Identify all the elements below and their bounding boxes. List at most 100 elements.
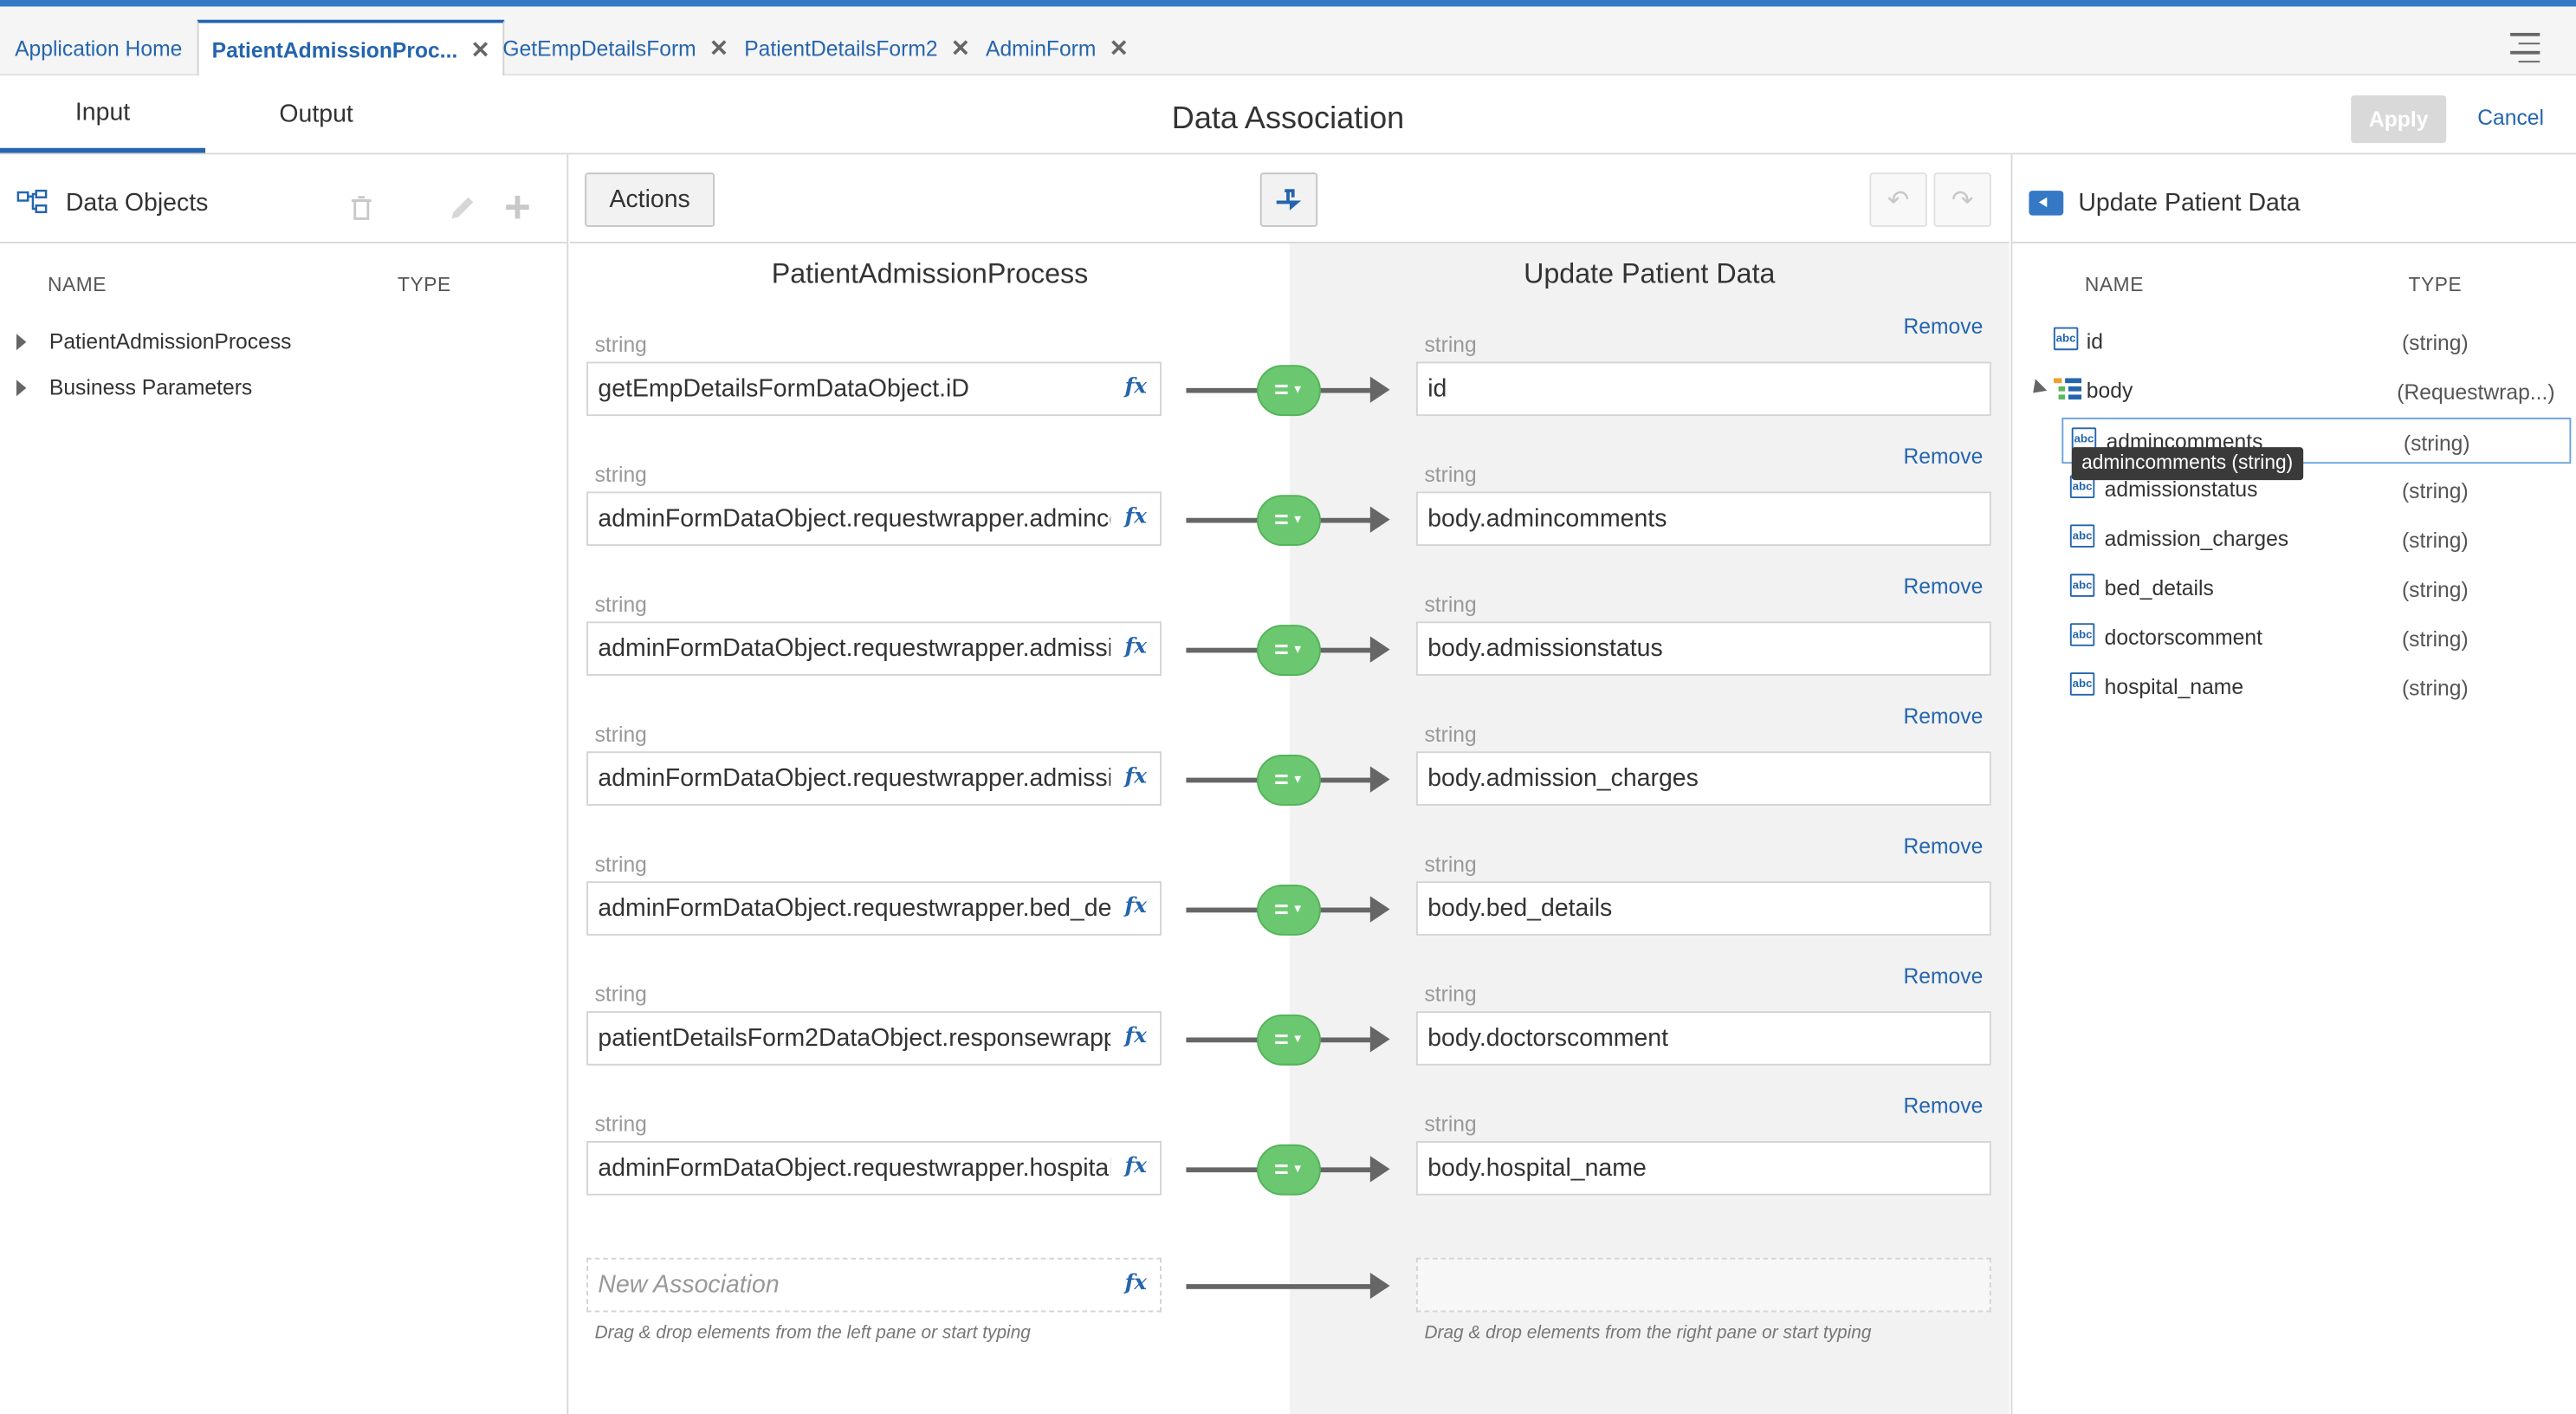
function-icon[interactable]: fx <box>1125 764 1147 788</box>
function-icon[interactable]: fx <box>1125 375 1147 399</box>
tree-item-doctorscomment[interactable]: abc doctorscomment (string) <box>2012 615 2576 661</box>
source-expression-input[interactable]: adminFormDataObject.requestwrapper.admis… <box>586 621 1162 676</box>
association-row: string string Remove patientDetailsForm2Dat… <box>570 963 2010 1112</box>
tree-item-type: (string) <box>2403 431 2470 456</box>
remove-button[interactable]: Remove <box>1903 704 1983 728</box>
collapse-arrow-icon[interactable] <box>2027 379 2048 399</box>
apply-button[interactable]: Apply <box>2351 95 2447 144</box>
close-icon[interactable]: ✕ <box>709 34 728 62</box>
column-header-type: TYPE <box>398 273 451 296</box>
function-icon[interactable]: fx <box>1125 635 1147 659</box>
tree-item-admission-charges[interactable]: abc admission_charges (string) <box>2012 516 2576 562</box>
source-expression-input[interactable]: adminFormDataObject.requestwrapper.admis… <box>586 751 1162 806</box>
tree-item-label: body <box>2086 378 2133 403</box>
tree-item-patient-admission-process[interactable]: PatientAdmissionProcess <box>16 329 291 354</box>
new-association-target-input[interactable] <box>1415 1257 1991 1313</box>
source-expression-input[interactable]: adminFormDataObject.requestwrapper.hospi… <box>586 1141 1162 1196</box>
tab-label: AdminForm <box>986 35 1097 61</box>
tree-item-hospital-name[interactable]: abc hospital_name (string) <box>2012 665 2576 710</box>
data-objects-pane: Data Objects NAME TYPE PatientAdmissionP… <box>0 154 569 1414</box>
function-icon[interactable]: fx <box>1125 505 1147 529</box>
new-association-placeholder: New Association <box>598 1270 780 1300</box>
tab-application-home[interactable]: Application Home <box>15 20 182 76</box>
tree-item-type: (string) <box>2401 478 2469 503</box>
close-icon[interactable]: ✕ <box>951 34 970 62</box>
undo-icon: ↶ <box>1887 186 1910 215</box>
tree-item-business-parameters[interactable]: Business Parameters <box>16 375 252 399</box>
remove-button[interactable]: Remove <box>1903 574 1983 598</box>
source-expression-text: adminFormDataObject.requestwrapper.admis… <box>598 634 1110 663</box>
remove-button[interactable]: Remove <box>1903 833 1983 858</box>
column-header-name: NAME <box>48 273 107 296</box>
remove-button[interactable]: Remove <box>1903 444 1983 468</box>
edit-icon[interactable] <box>447 194 476 224</box>
trash-icon[interactable] <box>350 194 373 220</box>
source-type-label: string <box>594 592 647 617</box>
auto-map-button[interactable] <box>1259 172 1318 227</box>
operator-dropdown[interactable]: = ▼ <box>1256 365 1321 417</box>
operator-label: = <box>1274 1156 1289 1184</box>
redo-button[interactable]: ↷ <box>1933 172 1991 227</box>
new-association-source-input[interactable]: New Association fx <box>586 1257 1162 1313</box>
target-type-label: string <box>1424 981 1477 1007</box>
undo-button[interactable]: ↶ <box>1869 172 1927 227</box>
source-expression-input[interactable]: adminFormDataObject.requestwrapper.admin… <box>586 491 1162 547</box>
tab-label: GetEmpDetailsForm <box>502 35 696 61</box>
operator-dropdown[interactable]: = ▼ <box>1256 1144 1321 1196</box>
operator-dropdown[interactable]: = ▼ <box>1256 625 1321 676</box>
close-icon[interactable]: ✕ <box>1110 34 1129 62</box>
target-field-text: id <box>1427 374 1447 403</box>
source-expression-input[interactable]: getEmpDetailsFormDataObject.iD fx <box>586 361 1162 417</box>
chevron-down-icon: ▼ <box>1291 644 1304 657</box>
document-tab-bar: Application Home PatientAdmissionProc...… <box>0 6 2576 78</box>
mapping-canvas: Actions ↶ ↷ PatientAdmissionProcess Upda… <box>570 154 2010 1414</box>
function-icon[interactable]: fx <box>1125 1154 1147 1178</box>
remove-button[interactable]: Remove <box>1903 963 1983 988</box>
remove-button[interactable]: Remove <box>1903 1093 1983 1118</box>
target-field-input[interactable]: body.admincomments <box>1415 491 1991 547</box>
operator-label: = <box>1274 1026 1289 1054</box>
close-icon[interactable]: ✕ <box>470 36 489 64</box>
function-icon[interactable]: fx <box>1125 1271 1147 1295</box>
connector-arrow: = ▼ <box>1183 753 1397 806</box>
chevron-down-icon: ▼ <box>1291 514 1304 527</box>
target-field-input[interactable]: body.admissionstatus <box>1415 621 1991 676</box>
target-type-label: string <box>1424 1111 1477 1137</box>
function-icon[interactable]: fx <box>1125 894 1147 918</box>
function-icon[interactable]: fx <box>1125 1024 1147 1048</box>
operator-label: = <box>1274 636 1289 665</box>
target-field-input[interactable]: body.doctorscomment <box>1415 1011 1991 1066</box>
tree-item-type: (string) <box>2401 626 2469 652</box>
target-field-input[interactable]: id <box>1415 361 1991 417</box>
left-pane-hint: Drag & drop elements from the left pane … <box>594 1323 1031 1344</box>
target-field-input[interactable]: body.bed_details <box>1415 881 1991 936</box>
target-field-input[interactable]: body.hospital_name <box>1415 1141 1991 1196</box>
tree-item-bed-details[interactable]: abc bed_details (string) <box>2012 566 2576 612</box>
source-expression-input[interactable]: adminFormDataObject.requestwrapper.bed_d… <box>586 881 1162 936</box>
tree-item-body[interactable]: body (Requestwrap...) <box>2012 368 2576 414</box>
source-expression-input[interactable]: patientDetailsForm2DataObject.responsewr… <box>586 1011 1162 1066</box>
actions-button[interactable]: Actions <box>585 172 715 227</box>
tree-item-type: (string) <box>2401 675 2469 701</box>
add-icon[interactable] <box>504 194 530 220</box>
tab-patient-admission-process[interactable]: PatientAdmissionProc... ✕ <box>197 19 505 78</box>
remove-button[interactable]: Remove <box>1903 314 1983 338</box>
operator-dropdown[interactable]: = ▼ <box>1256 1014 1321 1066</box>
tab-admin-form[interactable]: AdminForm ✕ <box>986 20 1129 76</box>
operator-dropdown[interactable]: = ▼ <box>1256 495 1321 547</box>
target-field-input[interactable]: body.admission_charges <box>1415 751 1991 806</box>
string-type-icon: abc <box>2069 524 2095 548</box>
operator-dropdown[interactable]: = ▼ <box>1256 755 1321 806</box>
target-type-label: string <box>1424 722 1477 747</box>
operator-dropdown[interactable]: = ▼ <box>1256 884 1321 936</box>
menu-icon[interactable] <box>2510 32 2540 69</box>
cancel-button[interactable]: Cancel <box>2477 105 2544 129</box>
tab-patient-details-form2[interactable]: PatientDetailsForm2 ✕ <box>744 20 970 76</box>
expand-arrow-icon[interactable] <box>16 333 27 350</box>
expand-arrow-icon[interactable] <box>16 379 27 396</box>
chevron-down-icon: ▼ <box>1291 385 1304 397</box>
tab-get-emp-details-form[interactable]: GetEmpDetailsForm ✕ <box>502 20 728 76</box>
source-expression-text: adminFormDataObject.requestwrapper.admis… <box>598 764 1111 793</box>
tree-item-id[interactable]: abc id (string) <box>2012 319 2576 365</box>
tooltip: admincomments (string) <box>2071 447 2303 481</box>
